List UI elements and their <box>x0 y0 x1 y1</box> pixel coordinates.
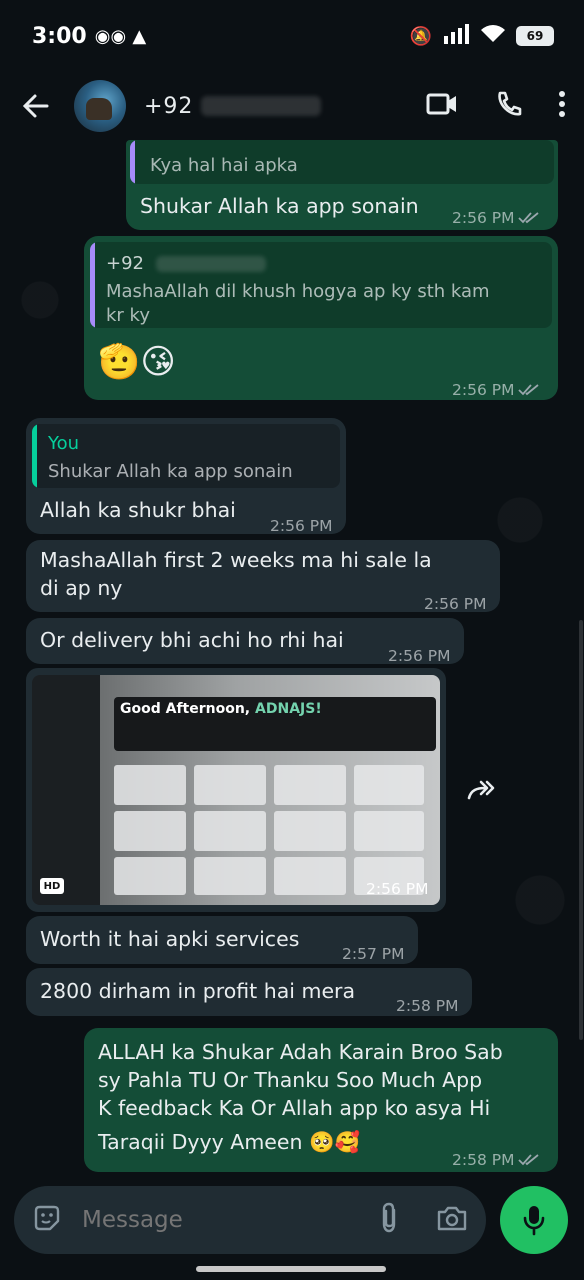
message-text-line-3: K feedback Ka Or Allah app ko asya Hi <box>98 1096 491 1120</box>
quoted-text: Kya hal hai apka <box>150 155 298 176</box>
battery-icon: 69 <box>516 26 554 46</box>
message-bubble-incoming[interactable]: Or delivery bhi achi ho rhi hai 2:56 PM <box>26 618 464 665</box>
message-time: 2:56 PM <box>366 880 428 898</box>
time-label: 2:56 PM <box>452 209 515 227</box>
message-text: Or delivery bhi achi ho rhi hai <box>40 628 344 652</box>
blurred-phone-number <box>201 96 322 116</box>
image-card <box>274 857 346 895</box>
time-label: 2:57 PM <box>342 945 405 963</box>
message-bubble-incoming[interactable]: Worth it hai apki services 2:57 PM <box>26 916 418 964</box>
message-input[interactable] <box>82 1207 352 1233</box>
signal-icon <box>442 24 470 48</box>
double-tick-icon <box>518 212 540 224</box>
message-bubble-incoming[interactable]: You Shukar Allah ka app sonain Allah ka … <box>26 418 346 535</box>
forward-button[interactable] <box>454 770 508 810</box>
time-label: 2:56 PM <box>366 880 429 898</box>
shared-image[interactable]: Good Afternoon, ADNAJS! <box>32 675 440 905</box>
time-label: 2:58 PM <box>452 1151 515 1169</box>
contact-phone-prefix: +92 <box>144 93 194 119</box>
image-card <box>194 765 266 805</box>
image-card <box>194 811 266 851</box>
back-arrow-icon[interactable] <box>18 89 52 123</box>
message-time: 2:56 PM <box>270 512 332 540</box>
message-text-line-1: MashaAllah first 2 weeks ma hi sale la <box>40 548 432 572</box>
message-bubble-incoming[interactable]: 2800 dirham in profit hai mera 2:58 PM <box>26 968 472 1016</box>
image-card <box>354 811 424 851</box>
message-text-line-2: di ap ny <box>40 576 123 600</box>
message-text: Shukar Allah ka app sonain <box>140 194 419 218</box>
message-bubble-outgoing[interactable]: Kya hal hai apka Shukar Allah ka app son… <box>126 140 558 230</box>
notification-icons: ◉◉ ▲ <box>94 25 147 47</box>
navigation-handle[interactable] <box>196 1266 386 1272</box>
time-label: 2:56 PM <box>270 517 333 535</box>
quote-accent-bar <box>90 242 95 328</box>
mic-button[interactable] <box>500 1186 568 1254</box>
quoted-text-line-2: kr ky <box>106 305 150 326</box>
image-card <box>114 857 186 895</box>
scrollbar[interactable] <box>579 620 583 1040</box>
message-time: 2:56 PM <box>388 642 450 670</box>
message-text-line-1: ALLAH ka Shukar Adah Karain Broo Sab <box>98 1040 503 1064</box>
status-bar: 3:00 ◉◉ ▲ 🔕 69 <box>0 0 584 72</box>
message-text: 2800 dirham in profit hai mera <box>40 979 356 1003</box>
silent-icon: 🔕 <box>409 25 432 47</box>
message-emoji: 🫡😘 <box>98 342 176 382</box>
time-label: 2:56 PM <box>452 381 515 399</box>
message-composer <box>14 1186 486 1254</box>
message-text-line-2: sy Pahla TU Or Thanku Soo Much App <box>98 1068 483 1092</box>
wifi-icon <box>480 24 506 48</box>
message-time: 2:56 PM <box>424 590 486 618</box>
message-time: 2:56 PM <box>452 376 540 404</box>
image-greeting-name: ADNAJS! <box>255 701 322 717</box>
quoted-message[interactable]: Kya hal hai apka <box>130 140 554 184</box>
contact-avatar[interactable] <box>74 80 126 132</box>
image-card <box>194 857 266 895</box>
forward-icon <box>467 780 495 800</box>
message-time: 2:58 PM <box>452 1146 540 1174</box>
emoji-sticker-icon[interactable] <box>32 1203 62 1237</box>
quoted-author: +92 <box>106 250 266 278</box>
status-time: 3:00 <box>32 23 87 49</box>
quoted-message[interactable]: You Shukar Allah ka app sonain <box>32 424 340 488</box>
time-label: 2:58 PM <box>396 997 459 1015</box>
double-tick-icon <box>518 384 540 396</box>
image-sidebar <box>32 675 100 905</box>
quoted-text-line-1: MashaAllah dil khush hogya ap ky sth kam <box>106 281 490 302</box>
quoted-message[interactable]: +92 MashaAllah dil khush hogya ap ky sth… <box>90 242 552 328</box>
blurred-phone-number <box>155 256 266 272</box>
message-bubble-outgoing[interactable]: ALLAH ka Shukar Adah Karain Broo Sab sy … <box>84 1028 558 1172</box>
quote-accent-bar <box>32 424 37 488</box>
attach-icon[interactable] <box>378 1202 400 1238</box>
time-label: 2:56 PM <box>424 595 487 613</box>
image-card <box>274 811 346 851</box>
quoted-author-prefix: +92 <box>106 253 144 274</box>
message-time: 2:56 PM <box>452 204 540 232</box>
time-label: 2:56 PM <box>388 647 451 665</box>
video-call-icon[interactable] <box>426 91 458 121</box>
voice-call-icon[interactable] <box>494 90 522 122</box>
message-text: Allah ka shukr bhai <box>40 498 236 522</box>
quote-accent-bar <box>130 140 135 184</box>
image-card <box>114 765 186 805</box>
image-card <box>274 765 346 805</box>
hd-badge: HD <box>40 878 64 894</box>
more-options-icon[interactable] <box>558 91 566 121</box>
mic-icon <box>523 1206 545 1236</box>
image-greeting-text: Good Afternoon, <box>120 701 251 717</box>
chat-header: +92 <box>0 72 584 140</box>
quoted-text: Shukar Allah ka app sonain <box>48 461 293 482</box>
double-tick-icon <box>518 1154 540 1166</box>
message-bubble-incoming[interactable]: MashaAllah first 2 weeks ma hi sale la d… <box>26 540 500 613</box>
image-card <box>114 811 186 851</box>
message-text-line-4: Taraqii Dyyy Ameen 🥺🥰 <box>98 1130 361 1154</box>
message-time: 2:57 PM <box>342 940 404 968</box>
camera-icon[interactable] <box>436 1204 468 1236</box>
message-text: Worth it hai apki services <box>40 927 300 951</box>
quoted-author: You <box>48 433 80 454</box>
image-greeting: Good Afternoon, ADNAJS! <box>120 701 322 717</box>
contact-name[interactable]: +92 <box>144 93 322 119</box>
message-bubble-outgoing[interactable]: +92 MashaAllah dil khush hogya ap ky sth… <box>84 236 558 400</box>
image-card <box>354 765 424 805</box>
message-time: 2:58 PM <box>396 992 458 1020</box>
